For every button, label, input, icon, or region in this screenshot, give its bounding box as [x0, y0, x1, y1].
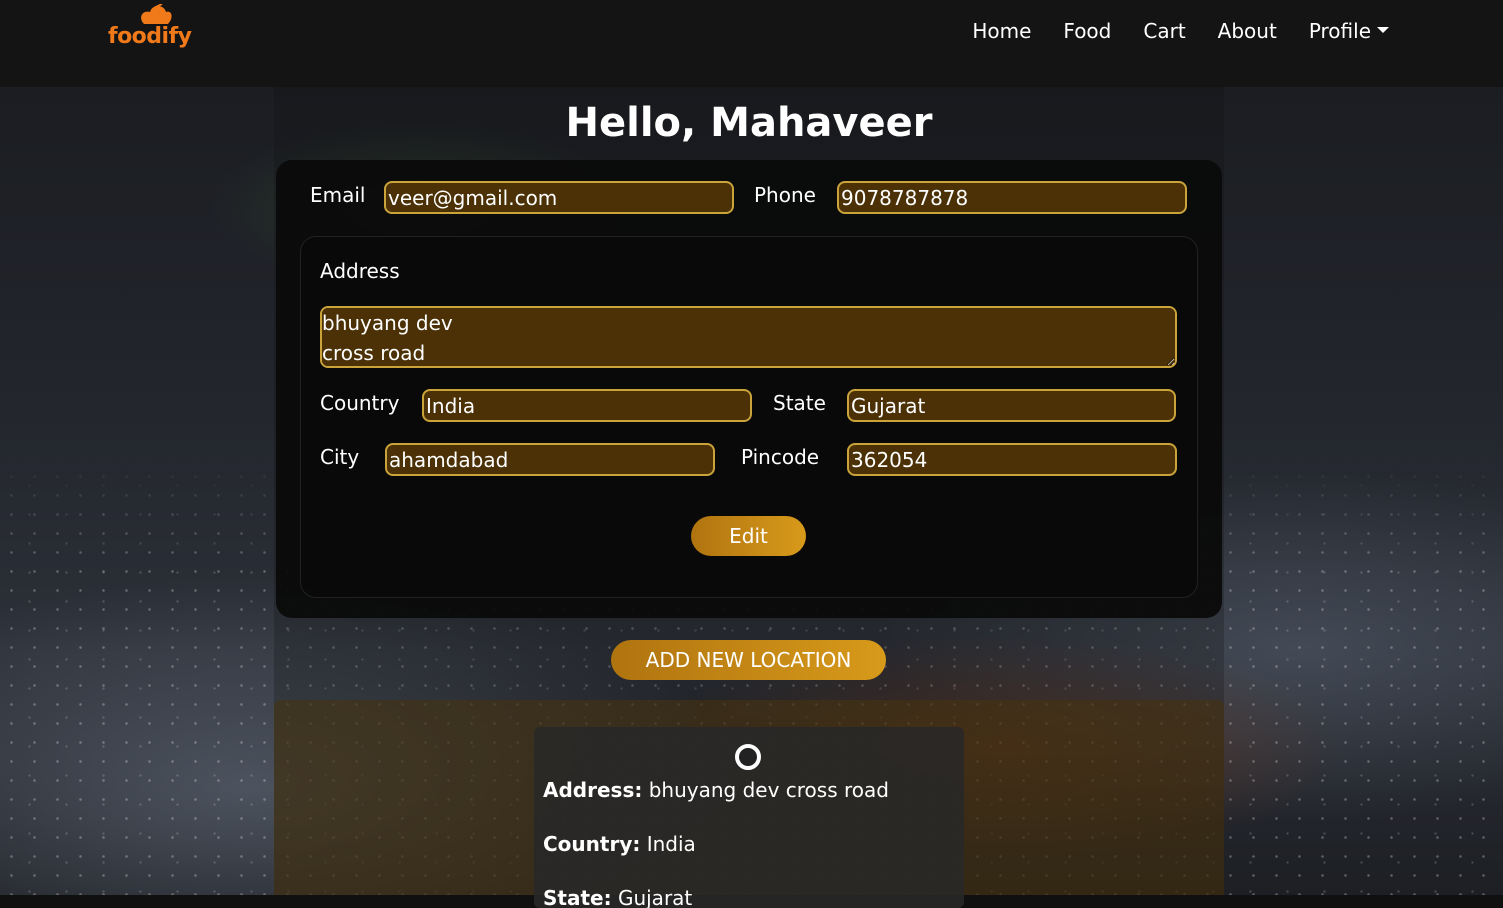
edit-button[interactable]: Edit — [691, 516, 806, 556]
city-field[interactable] — [385, 443, 715, 476]
location-state-value: Gujarat — [617, 886, 693, 908]
pincode-label: Pincode — [741, 445, 820, 469]
nav-profile-dropdown[interactable]: Profile — [1309, 19, 1389, 43]
nav-home[interactable]: Home — [972, 19, 1031, 43]
page-title: Hello, Mahaveer — [565, 100, 933, 146]
email-field[interactable] — [384, 181, 734, 214]
location-select-radio[interactable] — [735, 744, 761, 770]
pincode-field[interactable] — [847, 443, 1177, 476]
location-state-label: State: — [543, 886, 612, 908]
location-state: State: Gujarat — [543, 886, 692, 908]
state-field[interactable] — [847, 389, 1176, 422]
add-new-location-button[interactable]: ADD NEW LOCATION — [611, 640, 886, 680]
nav-food[interactable]: Food — [1063, 19, 1111, 43]
phone-field[interactable] — [837, 181, 1187, 214]
location-country: Country: India — [543, 832, 696, 856]
nav-links: Home Food Cart About Profile — [972, 19, 1389, 43]
city-label: City — [320, 445, 360, 469]
logo-text: foodify — [108, 24, 192, 49]
address-label: Address — [320, 259, 400, 283]
phone-label: Phone — [754, 183, 816, 207]
location-address-value: bhuyang dev cross road — [648, 778, 889, 802]
state-label: State — [773, 391, 826, 415]
logo[interactable]: foodify — [108, 4, 198, 54]
address-textarea[interactable]: bhuyang dev cross road — [320, 306, 1177, 368]
country-field[interactable] — [422, 389, 752, 422]
email-label: Email — [310, 183, 366, 207]
location-address: Address: bhuyang dev cross road — [543, 778, 889, 802]
location-country-label: Country: — [543, 832, 641, 856]
nav-profile-label: Profile — [1308, 19, 1371, 43]
location-country-value: India — [646, 832, 696, 856]
navbar: foodify Home Food Cart About Profile — [0, 0, 1503, 87]
nav-about[interactable]: About — [1218, 19, 1277, 43]
location-address-label: Address: — [543, 778, 643, 802]
caret-down-icon — [1377, 26, 1389, 33]
country-label: Country — [320, 391, 400, 415]
nav-cart[interactable]: Cart — [1143, 19, 1185, 43]
